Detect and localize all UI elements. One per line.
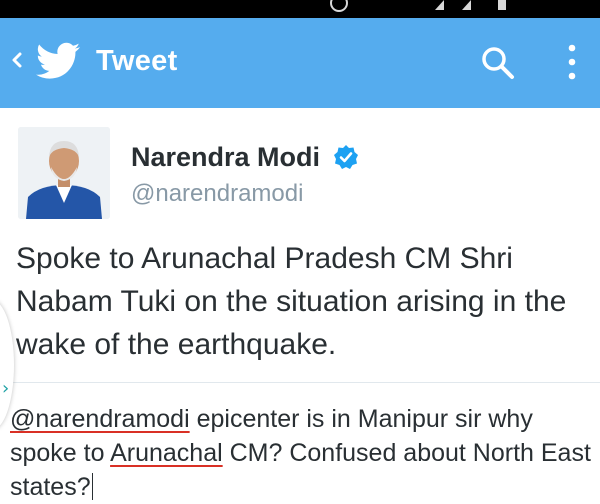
signal-icon [435,0,444,10]
reply-mention: @narendramodi [10,405,190,433]
more-vertical-icon[interactable] [560,40,584,84]
avatar-image [18,127,110,219]
chevron-right-icon[interactable]: › [2,378,9,399]
search-icon[interactable] [478,43,518,83]
chevron-left-icon[interactable] [10,48,24,72]
tweet-text: Spoke to Arunachal Pradesh CM Shri Nabam… [16,242,567,361]
reply-text-input[interactable]: @narendramodi epicenter is in Manipur si… [10,402,595,504]
text-cursor [91,473,93,500]
app-bar: Tweet [0,18,600,108]
divider [0,382,600,383]
author-handle[interactable]: @narendramodi [131,180,303,208]
page-title: Tweet [96,45,178,77]
network-icon [462,0,471,10]
reply-highlighted-word: Arunachal [110,439,223,467]
status-bar [0,0,600,18]
status-icon [330,0,348,12]
avatar[interactable] [18,127,110,219]
battery-icon [498,0,506,10]
verified-badge-icon [334,145,358,169]
tweet-detail-screen: Tweet Narendra Modi @narendramodi Spoke … [0,0,600,504]
author-name[interactable]: Narendra Modi [131,142,320,173]
twitter-bird-icon[interactable] [36,42,80,80]
